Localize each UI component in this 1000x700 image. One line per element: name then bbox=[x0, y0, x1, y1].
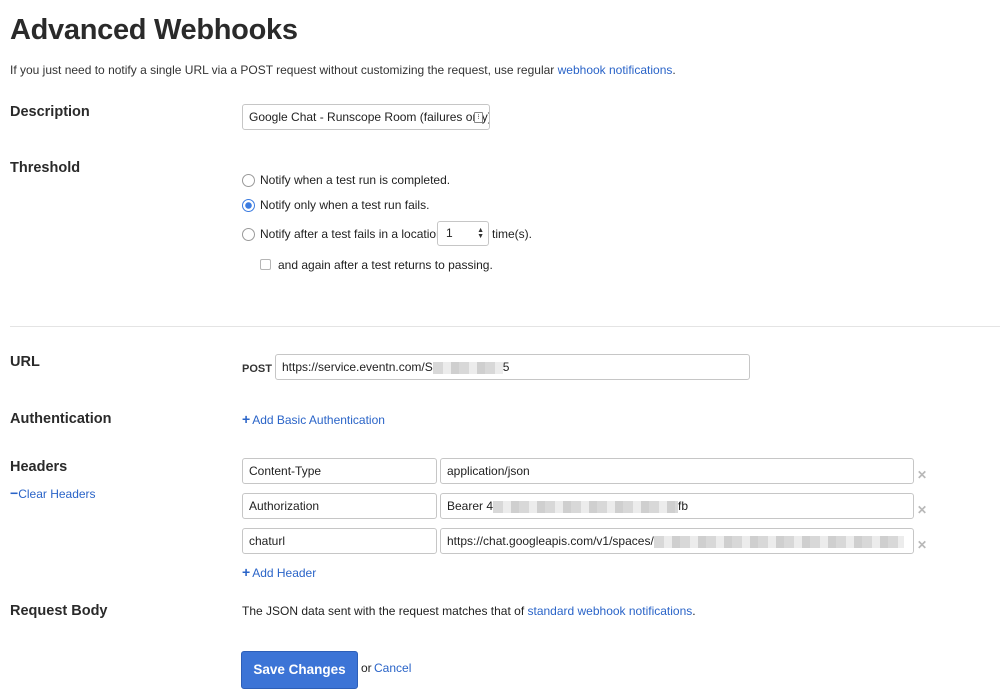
header-name-input[interactable]: Content-Type bbox=[242, 458, 437, 484]
headers-label: Headers bbox=[10, 459, 68, 475]
header-value-prefix: application/json bbox=[447, 464, 530, 478]
option-notify-after-location: Notify after a test fails in a location bbox=[260, 227, 443, 241]
failure-count-value: 1 bbox=[446, 226, 453, 240]
clear-headers-label: Clear Headers bbox=[18, 487, 96, 501]
intro-suffix: . bbox=[672, 63, 676, 77]
header-value-prefix: Bearer 4 bbox=[447, 499, 494, 513]
minus-icon: − bbox=[10, 485, 19, 501]
remove-header-icon[interactable]: ✕ bbox=[917, 538, 927, 552]
request-body-suffix: . bbox=[692, 604, 696, 618]
url-input[interactable]: https://service.eventn.com/S 5 bbox=[275, 354, 750, 380]
clear-headers-link[interactable]: −Clear Headers bbox=[10, 485, 96, 501]
description-label: Description bbox=[10, 104, 90, 120]
header-value-input[interactable]: Bearer 4 fb bbox=[440, 493, 914, 519]
add-basic-auth-link[interactable]: + Add Basic Authentication bbox=[242, 411, 385, 427]
again-passing-checkbox[interactable] bbox=[260, 259, 271, 270]
threshold-label: Threshold bbox=[10, 160, 81, 176]
header-value-input[interactable]: https://chat.googleapis.com/v1/spaces/ bbox=[440, 528, 914, 554]
request-body-label: Request Body bbox=[10, 603, 108, 619]
option-notify-completed: Notify when a test run is completed. bbox=[260, 173, 451, 187]
page-title: Advanced Webhooks bbox=[10, 14, 298, 46]
redacted-block bbox=[653, 535, 904, 548]
header-name-value: chaturl bbox=[249, 534, 286, 548]
radio-notify-after-location[interactable] bbox=[242, 228, 255, 241]
intro-text: If you just need to notify a single URL … bbox=[10, 63, 676, 77]
radio-notify-fails[interactable] bbox=[242, 199, 255, 212]
standard-webhook-notifications-link[interactable]: standard webhook notifications bbox=[527, 604, 692, 618]
description-input[interactable]: Google Chat - Runscope Room (failures on… bbox=[242, 104, 490, 130]
save-changes-button[interactable]: Save Changes bbox=[241, 651, 358, 689]
add-basic-auth-label: Add Basic Authentication bbox=[252, 413, 385, 427]
header-name-input[interactable]: Authorization bbox=[242, 493, 437, 519]
header-value-suffix: fb bbox=[678, 499, 689, 513]
plus-icon: + bbox=[242, 564, 251, 580]
remove-header-icon[interactable]: ✕ bbox=[917, 468, 927, 482]
description-value: Google Chat - Runscope Room (failures on… bbox=[249, 110, 490, 124]
radio-notify-completed[interactable] bbox=[242, 174, 255, 187]
again-passing-label: and again after a test returns to passin… bbox=[278, 258, 493, 272]
header-value-prefix: https://chat.googleapis.com/v1/spaces/ bbox=[447, 534, 654, 548]
section-divider bbox=[10, 326, 1000, 327]
url-label: URL bbox=[10, 354, 40, 370]
authentication-label: Authentication bbox=[10, 411, 112, 427]
failure-count-select[interactable]: 1 ▲ ▼ bbox=[437, 221, 489, 246]
redacted-block bbox=[493, 500, 679, 513]
autofill-icon: ⁝ bbox=[474, 112, 483, 123]
redacted-block bbox=[432, 361, 503, 374]
request-body-text: The JSON data sent with the request matc… bbox=[242, 604, 696, 618]
header-name-value: Authorization bbox=[249, 499, 320, 513]
add-header-link[interactable]: + Add Header bbox=[242, 564, 316, 580]
add-header-label: Add Header bbox=[252, 566, 317, 580]
stepper-icon: ▲ ▼ bbox=[477, 227, 484, 240]
webhook-notifications-link[interactable]: webhook notifications bbox=[558, 63, 673, 77]
header-name-value: Content-Type bbox=[249, 464, 322, 478]
url-value-prefix: https://service.eventn.com/S bbox=[282, 360, 433, 374]
plus-icon: + bbox=[242, 411, 251, 427]
http-method: POST bbox=[242, 363, 272, 375]
header-name-input[interactable]: chaturl bbox=[242, 528, 437, 554]
header-value-input[interactable]: application/json bbox=[440, 458, 914, 484]
count-suffix: time(s). bbox=[492, 227, 532, 241]
request-body-prefix: The JSON data sent with the request matc… bbox=[242, 604, 528, 618]
option-notify-fails: Notify only when a test run fails. bbox=[260, 198, 430, 212]
remove-header-icon[interactable]: ✕ bbox=[917, 503, 927, 517]
url-value-suffix: 5 bbox=[502, 360, 510, 374]
intro-prefix: If you just need to notify a single URL … bbox=[10, 63, 558, 77]
cancel-link[interactable]: Cancel bbox=[374, 661, 411, 675]
or-text: or bbox=[361, 661, 372, 675]
